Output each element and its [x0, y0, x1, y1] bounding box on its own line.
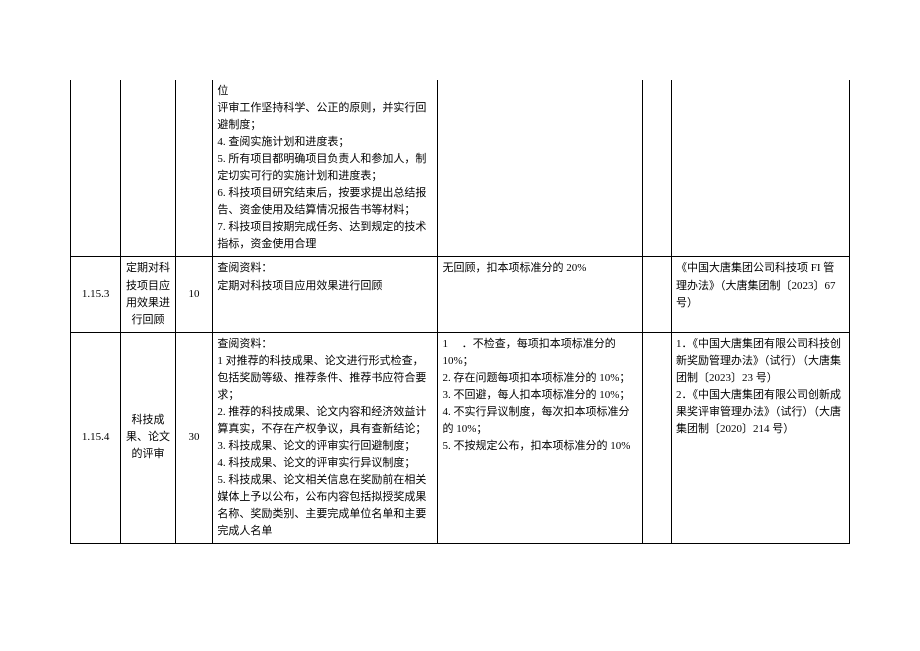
cell-score: 10 [175, 257, 213, 332]
cell-check-content: 查阅资料： 1 对推荐的科技成果、论文进行形式检查，包括奖励等级、推荐条件、推荐… [213, 332, 438, 544]
cell-reference: 1．《中国大唐集团有限公司科技创新奖励管理办法》（试行）（大唐集团制〔2023〕… [671, 332, 849, 544]
evaluation-table: 位 评审工作坚持科学、公正的原则，并实行回避制度； 4. 查阅实施计划和进度表；… [70, 80, 850, 544]
cell-blank [642, 80, 671, 257]
cell-blank [642, 257, 671, 332]
cell-deduction: 1 ．不检查，每项扣本项标准分的 10%； 2. 存在问题每项扣本项标准分的 1… [438, 332, 642, 544]
cell-score: 30 [175, 332, 213, 544]
cell-reference [671, 80, 849, 257]
cell-check-content: 查阅资料： 定期对科技项目应用效果进行回顾 [213, 257, 438, 332]
cell-deduction: 无回顾，扣本项标准分的 20% [438, 257, 642, 332]
cell-number [71, 80, 121, 257]
table-row: 位 评审工作坚持科学、公正的原则，并实行回避制度； 4. 查阅实施计划和进度表；… [71, 80, 850, 257]
cell-blank [642, 332, 671, 544]
cell-name [121, 80, 175, 257]
cell-check-content: 位 评审工作坚持科学、公正的原则，并实行回避制度； 4. 查阅实施计划和进度表；… [213, 80, 438, 257]
cell-reference: 《中国大唐集团公司科技项 FI 管理办法》（大唐集团制〔2023〕67 号） [671, 257, 849, 332]
cell-score [175, 80, 213, 257]
cell-name: 科技成果、论文的评审 [121, 332, 175, 544]
cell-deduction [438, 80, 642, 257]
table-row: 1.15.4 科技成果、论文的评审 30 查阅资料： 1 对推荐的科技成果、论文… [71, 332, 850, 544]
table-row: 1.15.3 定期对科技项目应用效果进行回顾 10 查阅资料： 定期对科技项目应… [71, 257, 850, 332]
cell-number: 1.15.4 [71, 332, 121, 544]
cell-name: 定期对科技项目应用效果进行回顾 [121, 257, 175, 332]
cell-number: 1.15.3 [71, 257, 121, 332]
